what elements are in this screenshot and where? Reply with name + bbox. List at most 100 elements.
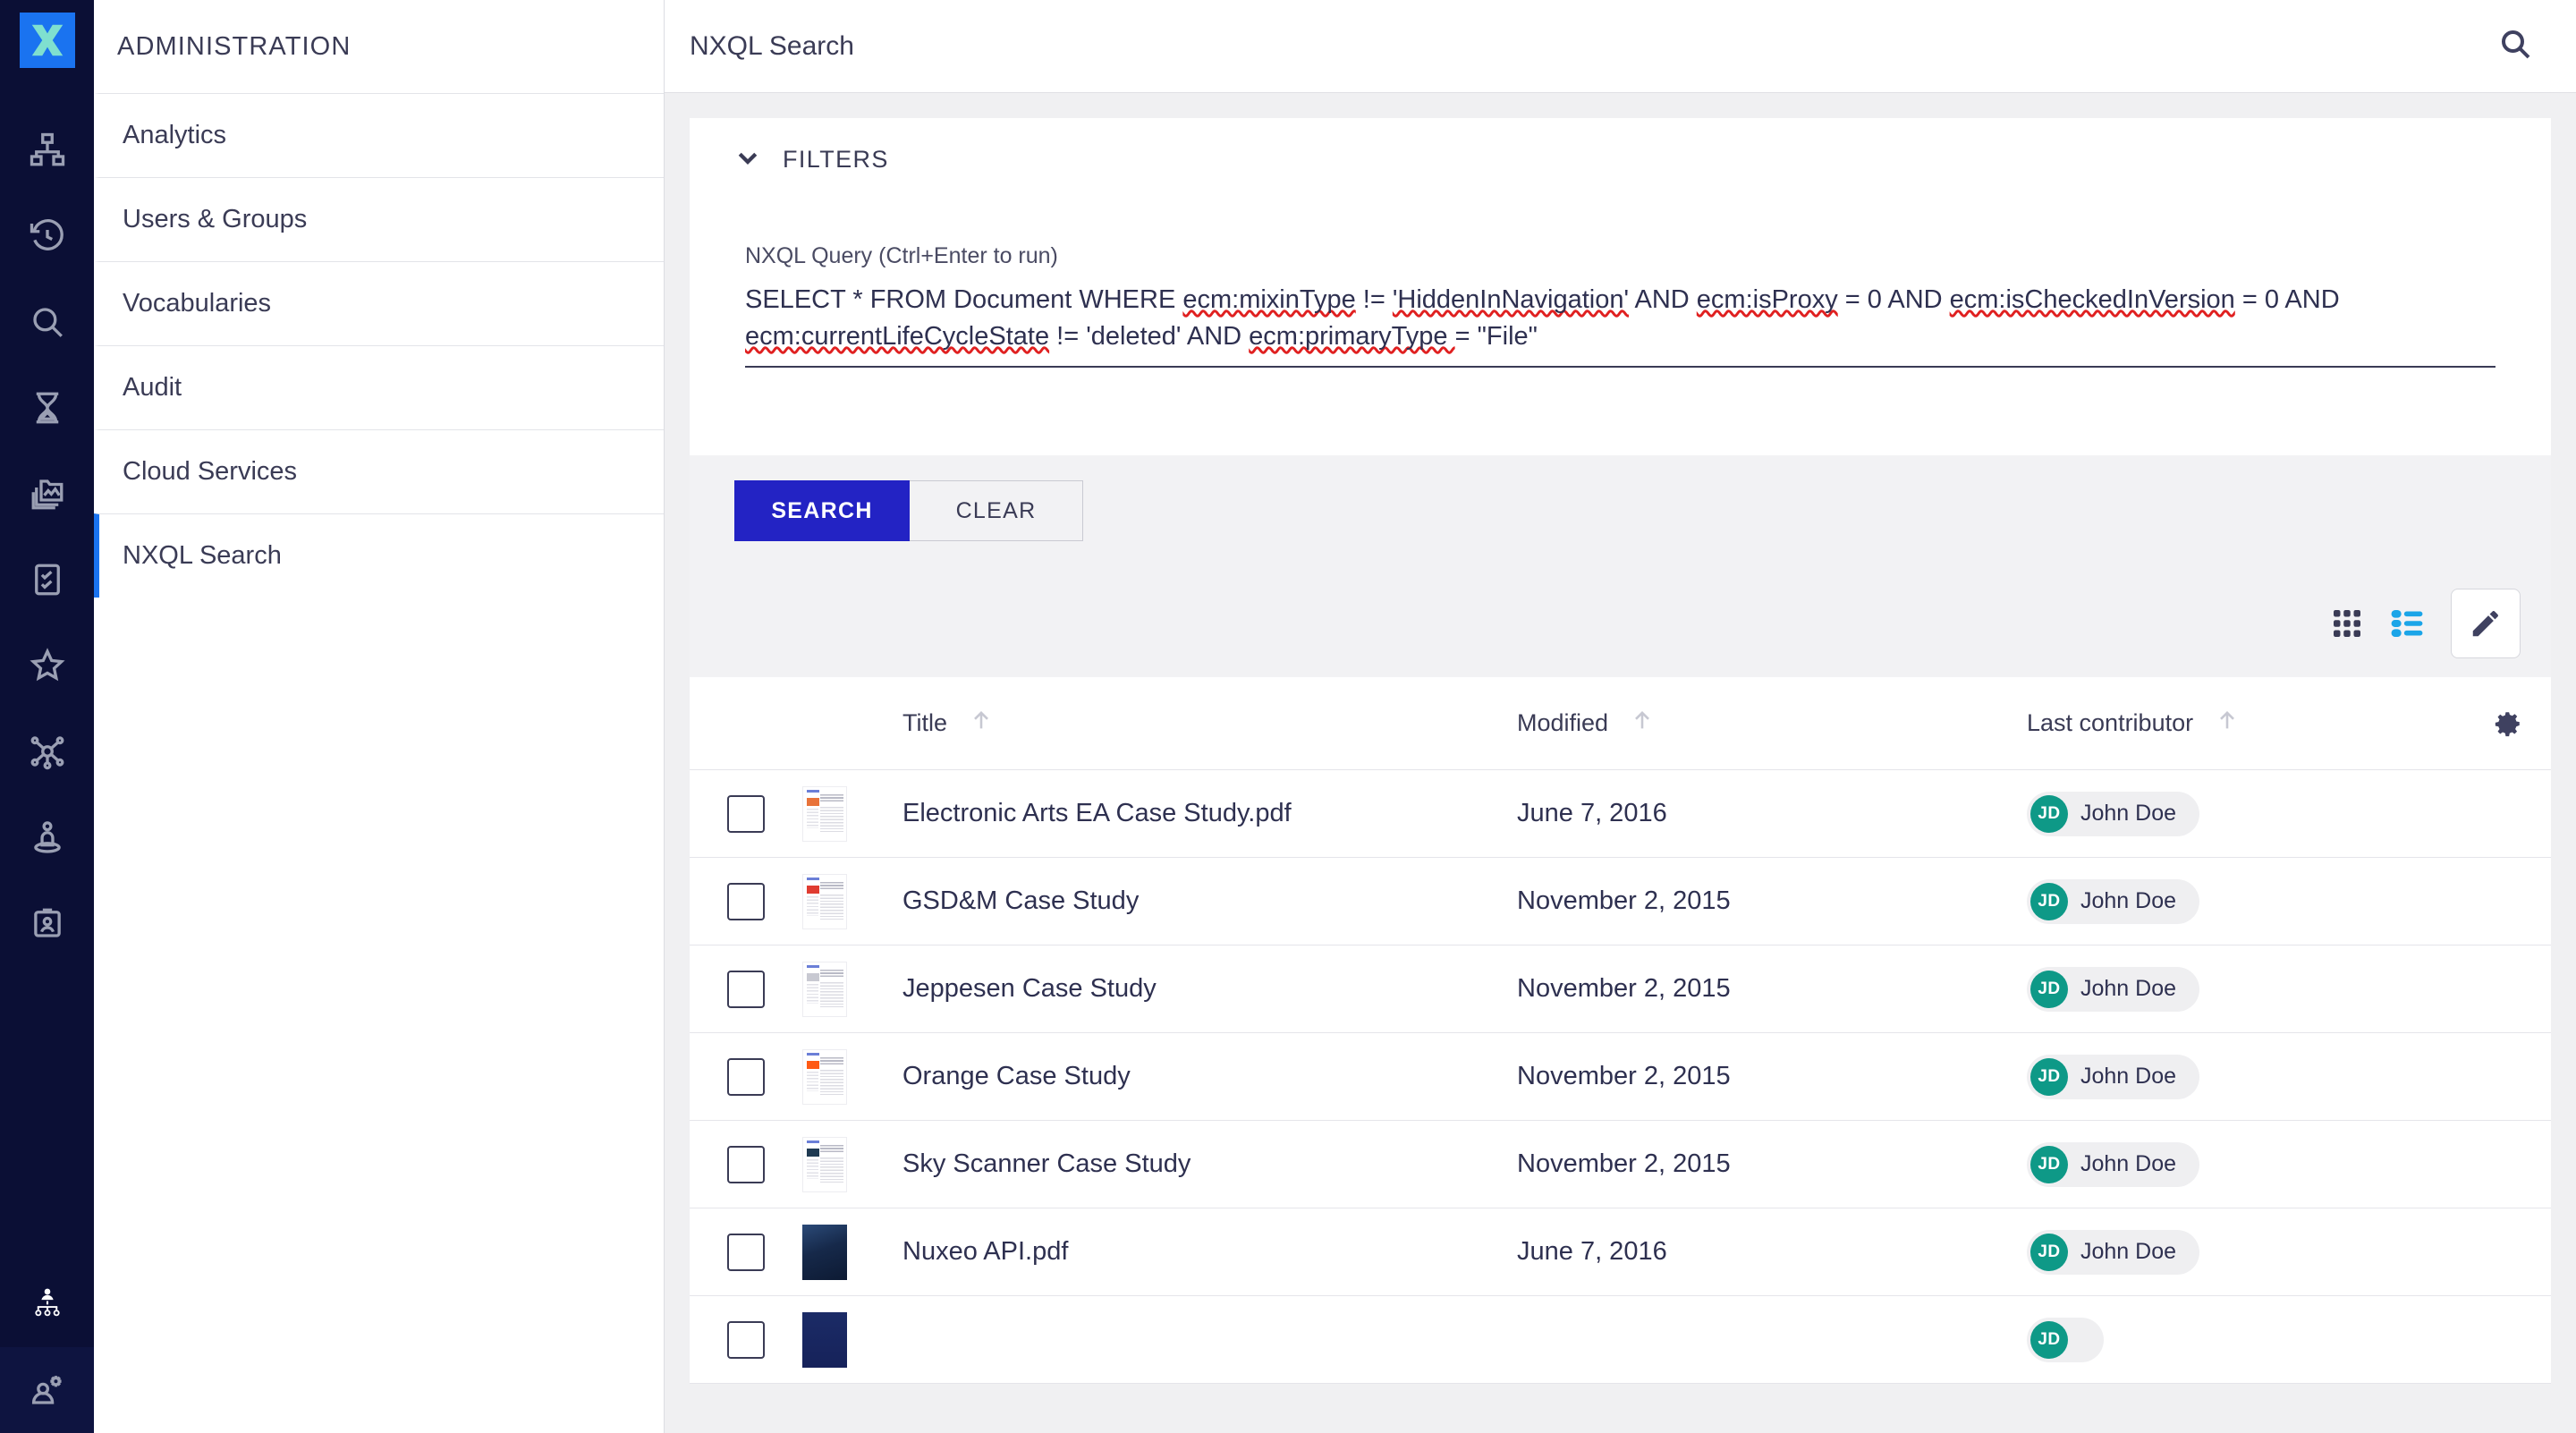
table-row[interactable]: Nuxeo API.pdf June 7, 2016 JD John Doe — [690, 1208, 2551, 1297]
sidebar-item-vocabularies[interactable]: Vocabularies — [94, 261, 664, 345]
contributor-chip[interactable]: JD John Doe — [2027, 1054, 2200, 1099]
contributor-name: John Doe — [2080, 976, 2177, 1002]
list-view-icon — [2391, 610, 2423, 638]
document-title-link[interactable]: Sky Scanner Case Study — [902, 1149, 1191, 1178]
avatar: JD — [2030, 1057, 2068, 1096]
nxql-query-input[interactable]: SELECT * FROM Document WHERE ecm:mixinTy… — [745, 282, 2496, 369]
sidebar-item-relations[interactable] — [0, 708, 94, 794]
sidebar-nav-list: Analytics Users & Groups Vocabularies Au… — [94, 93, 664, 598]
row-select-cell — [690, 970, 802, 1008]
document-title-link[interactable]: Jeppesen Case Study — [902, 974, 1157, 1003]
title-cell[interactable]: Jeppesen Case Study — [863, 974, 1517, 1004]
sidebar-item-hierarchy[interactable] — [0, 107, 94, 193]
document-title-link[interactable]: Orange Case Study — [902, 1062, 1131, 1090]
rail-item-org-chart[interactable] — [0, 1261, 94, 1347]
contributor-chip[interactable]: JD John Doe — [2027, 1141, 2200, 1187]
column-header-contributor[interactable]: Last contributor — [2027, 708, 2465, 739]
table-row[interactable]: Orange Case Study November 2, 2015 JD John … — [690, 1033, 2551, 1122]
sidebar-item-checklist[interactable] — [0, 537, 94, 623]
title-cell[interactable]: Electronic Arts EA Case Study.pdf — [863, 799, 1517, 828]
sidebar-item-tasks[interactable] — [0, 365, 94, 451]
document-thumbnail — [802, 785, 847, 842]
sidebar-item-nxql-search[interactable]: NXQL Search — [94, 513, 664, 598]
row-checkbox[interactable] — [727, 794, 765, 833]
sidebar-item-search[interactable] — [0, 279, 94, 365]
nuxeo-x-logo[interactable] — [19, 13, 75, 68]
table-body: Electronic Arts EA Case Study.pdf June 7,… — [690, 770, 2551, 1385]
sidebar-item-history[interactable] — [0, 193, 94, 279]
title-cell[interactable]: Orange Case Study — [863, 1062, 1517, 1091]
user-location-icon — [33, 821, 61, 853]
grid-view-button[interactable] — [2331, 607, 2363, 640]
sidebar-item-analytics[interactable]: Analytics — [94, 93, 664, 177]
row-checkbox[interactable] — [727, 1057, 765, 1096]
document-thumbnail — [802, 1311, 847, 1368]
sitemap-icon — [30, 132, 64, 166]
sort-asc-icon[interactable] — [2215, 708, 2240, 739]
sidebar-item-favorites[interactable] — [0, 623, 94, 708]
search-card: FILTERS NXQL Query (Ctrl+Enter to run) S… — [690, 118, 2551, 678]
sidebar-item-assets[interactable] — [0, 451, 94, 537]
query-block: NXQL Query (Ctrl+Enter to run) SELECT * … — [690, 200, 2551, 455]
title-cell[interactable]: GSD&M Case Study — [863, 886, 1517, 916]
sidebar-item-label: NXQL Search — [123, 541, 282, 570]
column-label: Modified — [1517, 709, 1609, 737]
search-button[interactable]: SEARCH — [734, 480, 910, 542]
thumbnail-cell — [802, 785, 863, 842]
column-header-title[interactable]: Title — [863, 708, 1517, 739]
sidebar-item-label: Vocabularies — [123, 289, 272, 318]
filters-label: FILTERS — [783, 145, 889, 173]
sidebar-item-id-badge[interactable] — [0, 880, 94, 966]
sort-asc-icon[interactable] — [969, 708, 994, 739]
contributor-chip[interactable]: JD John Doe — [2027, 791, 2200, 836]
document-title-link[interactable]: Nuxeo API.pdf — [902, 1237, 1068, 1266]
table-row[interactable]: Jeppesen Case Study November 2, 2015 JD Joh… — [690, 945, 2551, 1034]
document-thumbnail — [802, 1224, 847, 1280]
sidebar-item-label: Analytics — [123, 121, 227, 149]
contributor-chip[interactable]: JD John Doe — [2027, 878, 2200, 924]
row-checkbox[interactable] — [727, 1233, 765, 1271]
contributor-name: John Doe — [2080, 801, 2177, 827]
global-search-button[interactable] — [2497, 26, 2533, 66]
contributor-chip[interactable]: JD John Doe — [2027, 966, 2200, 1012]
search-icon — [32, 308, 63, 337]
row-checkbox[interactable] — [727, 970, 765, 1008]
document-title-link[interactable]: Electronic Arts EA Case Study.pdf — [902, 799, 1292, 827]
row-checkbox[interactable] — [727, 1145, 765, 1183]
gear-icon — [2495, 712, 2520, 737]
sidebar-item-audit[interactable]: Audit — [94, 345, 664, 429]
contributor-chip[interactable]: JD — [2027, 1317, 2104, 1362]
contributor-chip[interactable]: JD John Doe — [2027, 1229, 2200, 1275]
hourglass-icon — [36, 392, 58, 424]
avatar: JD — [2030, 882, 2068, 920]
column-header-modified[interactable]: Modified — [1517, 708, 2027, 739]
table-row[interactable]: GSD&M Case Study November 2, 2015 JD John D… — [690, 858, 2551, 946]
table-settings-button[interactable] — [2465, 708, 2551, 739]
document-thumbnail — [802, 961, 847, 1017]
sidebar-item-user-location[interactable] — [0, 794, 94, 880]
table-row[interactable]: Sky Scanner Case Study November 2, 2015 JD… — [690, 1121, 2551, 1209]
sidebar-item-users-groups[interactable]: Users & Groups — [94, 177, 664, 261]
nuxeo-x-logo-icon — [31, 24, 63, 56]
title-cell[interactable]: Sky Scanner Case Study — [863, 1149, 1517, 1179]
table-row[interactable]: JD — [690, 1296, 2551, 1385]
clear-button[interactable]: CLEAR — [910, 480, 1083, 542]
row-checkbox[interactable] — [727, 882, 765, 920]
title-cell[interactable]: Nuxeo API.pdf — [863, 1237, 1517, 1267]
row-checkbox[interactable] — [727, 1320, 765, 1359]
thumbnail-cell — [802, 1048, 863, 1105]
table-row[interactable]: Electronic Arts EA Case Study.pdf June 7,… — [690, 770, 2551, 859]
edit-columns-button[interactable] — [2451, 589, 2521, 659]
sort-asc-icon[interactable] — [1630, 708, 1655, 739]
modified-cell: November 2, 2015 — [1517, 1062, 1731, 1091]
modified-cell: November 2, 2015 — [1517, 974, 1731, 1004]
contributor-cell: JD John Doe — [2027, 878, 2465, 924]
avatar: JD — [2030, 1233, 2068, 1271]
contributor-name: John Doe — [2080, 1064, 2177, 1090]
rail-item-administration[interactable] — [0, 1347, 94, 1433]
column-label: Last contributor — [2027, 709, 2194, 737]
document-title-link[interactable]: GSD&M Case Study — [902, 886, 1139, 915]
filters-toggle[interactable]: FILTERS — [690, 118, 2551, 200]
list-view-button[interactable] — [2390, 606, 2424, 640]
sidebar-item-cloud-services[interactable]: Cloud Services — [94, 429, 664, 513]
